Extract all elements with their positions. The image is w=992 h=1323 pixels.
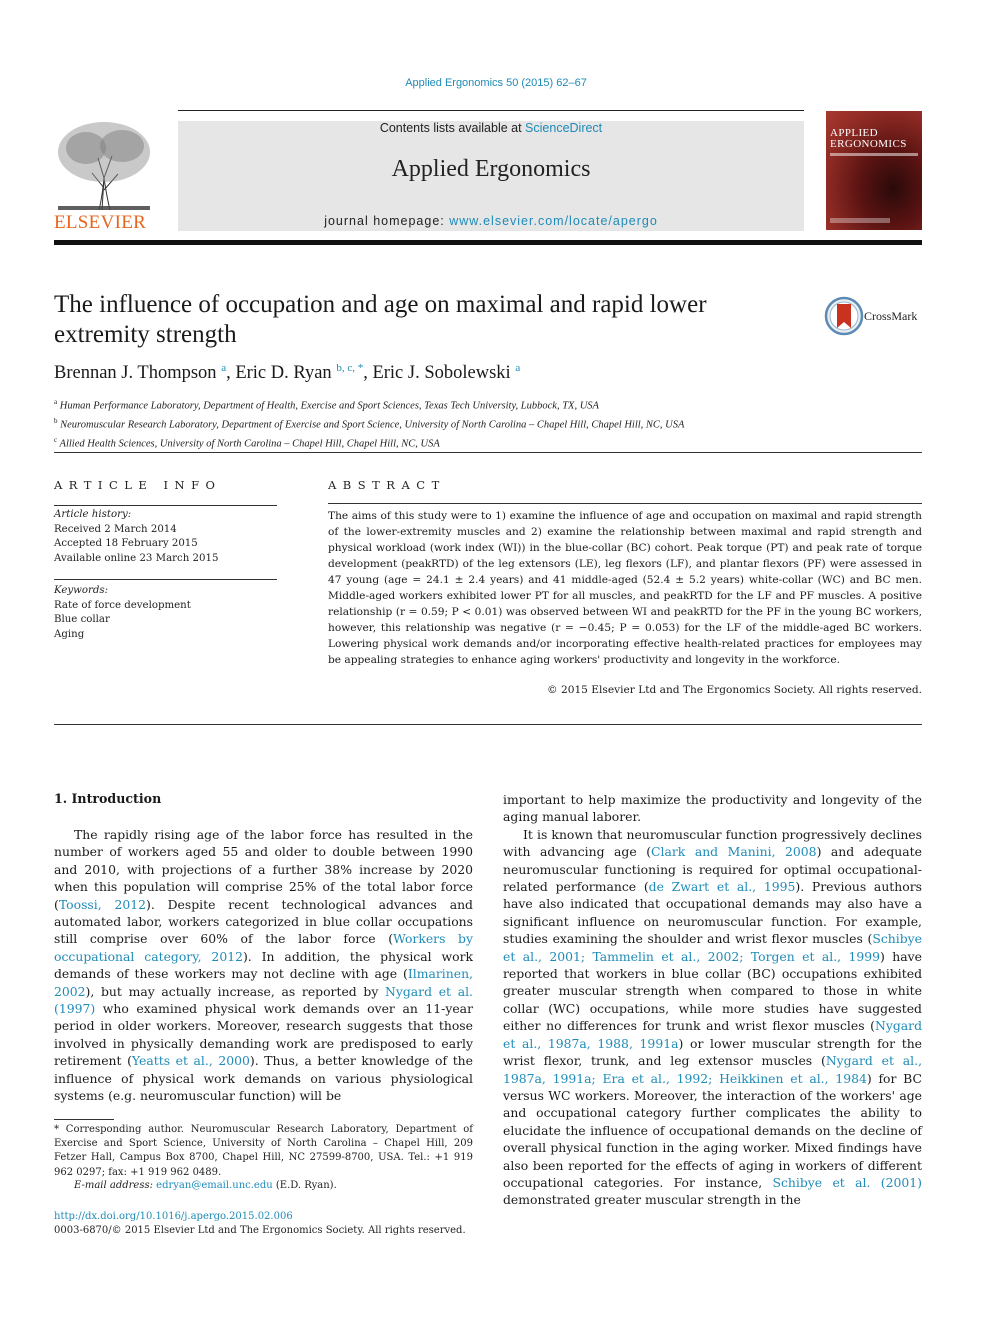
body-paragraph: It is known that neuromuscular function … xyxy=(503,826,922,1209)
crossmark-label[interactable]: CrossMark xyxy=(864,309,917,324)
body-column-left: The rapidly rising age of the labor forc… xyxy=(54,826,473,1105)
article-title: The influence of occupation and age on m… xyxy=(54,291,707,348)
cover-footer-bar xyxy=(830,218,890,223)
abstract-copyright: © 2015 Elsevier Ltd and The Ergonomics S… xyxy=(547,684,922,696)
article-history-label: Article history: xyxy=(54,509,132,520)
history-item: Available online 23 March 2015 xyxy=(54,552,219,564)
affiliation-marker: a xyxy=(54,398,58,406)
journal-homepage-link[interactable]: www.elsevier.com/locate/apergo xyxy=(449,214,658,228)
keywords-label: Keywords: xyxy=(54,585,109,596)
header-thick-rule xyxy=(54,240,922,245)
header-rule xyxy=(178,110,804,111)
citation-link[interactable]: Schibye et al. (2001) xyxy=(772,1175,922,1190)
email-footnote: E-mail address: edryan@email.unc.edu (E.… xyxy=(74,1180,337,1191)
citation-link[interactable]: Yeatts et al., 2000 xyxy=(132,1053,250,1068)
abstract-rule xyxy=(328,503,922,504)
affiliation-marker: b xyxy=(54,417,58,425)
abstract-heading: ABSTRACT xyxy=(328,478,446,492)
author-name[interactable]: Eric J. Sobolewski xyxy=(372,363,510,383)
cover-title-line2: ERGONOMICS xyxy=(830,138,907,150)
body-text: ) for BC versus WC workers. Moreover, th… xyxy=(503,1070,923,1190)
abstract-text: The aims of this study were to 1) examin… xyxy=(328,510,922,666)
affiliation-marker: c xyxy=(54,436,58,444)
article-history: Article history: Received 2 March 2014 A… xyxy=(54,508,218,566)
footnote-rule xyxy=(54,1119,114,1120)
abstract-bottom-rule xyxy=(54,724,922,725)
body-paragraph: important to help maximize the productiv… xyxy=(503,792,922,825)
affiliation-item: c Allied Health Sciences, University of … xyxy=(54,433,684,452)
affiliation-text: Allied Health Sciences, University of No… xyxy=(59,438,440,450)
article-info-heading: ARTICLE INFO xyxy=(54,478,222,492)
body-text: ), but may actually increase, as reporte… xyxy=(85,983,386,999)
affiliation-item: a Human Performance Laboratory, Departme… xyxy=(54,395,684,414)
contents-prefix: Contents lists available at xyxy=(379,121,526,135)
body-column-right: important to help maximize the productiv… xyxy=(503,791,922,1209)
affiliation-text: Neuromuscular Research Laboratory, Depar… xyxy=(60,419,685,431)
section-heading-introduction: 1. Introduction xyxy=(54,791,162,806)
author-affiliation-marker[interactable]: a xyxy=(515,362,520,374)
journal-citation-link[interactable]: Applied Ergonomics 50 (2015) 62–67 xyxy=(0,77,992,89)
issn-copyright: 0003-6870/© 2015 Elsevier Ltd and The Er… xyxy=(54,1225,466,1236)
cover-title: APPLIED ERGONOMICS xyxy=(830,128,907,150)
body-paragraph: The rapidly rising age of the labor forc… xyxy=(54,826,473,1105)
sciencedirect-link[interactable]: ScienceDirect xyxy=(525,121,602,135)
keywords: Keywords: Rate of force development Blue… xyxy=(54,584,191,642)
citation-link[interactable]: de Zwart et al., 1995 xyxy=(649,879,796,894)
keywords-rule xyxy=(54,579,277,580)
author-separator: , xyxy=(226,363,236,384)
keyword-item: Blue collar xyxy=(54,614,110,625)
homepage-line: journal homepage: www.elsevier.com/locat… xyxy=(178,214,804,228)
keyword-item: Aging xyxy=(54,628,85,640)
article-info-rule xyxy=(54,505,277,506)
affiliation-item: b Neuromuscular Research Laboratory, Dep… xyxy=(54,414,684,433)
email-suffix: (E.D. Ryan). xyxy=(272,1180,337,1191)
keyword-item: Rate of force development xyxy=(54,599,191,611)
author-affiliation-marker[interactable]: b, c, * xyxy=(336,362,363,374)
section-rule xyxy=(54,452,922,453)
author-list: Brennan J. Thompson a, Eric D. Ryan b, c… xyxy=(54,362,520,384)
contents-line: Contents lists available at ScienceDirec… xyxy=(178,121,804,135)
email-link[interactable]: edryan@email.unc.edu xyxy=(156,1180,273,1191)
corresponding-author-footnote: * Corresponding author. Neuromuscular Re… xyxy=(54,1124,473,1178)
homepage-prefix: journal homepage: xyxy=(324,214,450,228)
affiliation-text: Human Performance Laboratory, Department… xyxy=(59,400,599,412)
publisher-logo-text: ELSEVIER xyxy=(54,212,147,233)
doi-link[interactable]: http://dx.doi.org/10.1016/j.apergo.2015.… xyxy=(54,1211,293,1222)
citation-link[interactable]: Toossi, 2012 xyxy=(59,897,146,912)
body-text: demonstrated greater muscular strength i… xyxy=(503,1192,801,1208)
history-item: Accepted 18 February 2015 xyxy=(54,538,198,549)
history-item: Received 2 March 2014 xyxy=(54,523,177,535)
journal-title: Applied Ergonomics xyxy=(391,156,591,182)
citation-link[interactable]: Clark and Manini, 2008 xyxy=(651,844,817,859)
cover-subtitle-bar xyxy=(830,153,918,156)
affiliations: a Human Performance Laboratory, Departme… xyxy=(54,395,684,452)
author-name[interactable]: Eric D. Ryan xyxy=(235,363,331,383)
author-name[interactable]: Brennan J. Thompson xyxy=(54,363,217,383)
email-label: E-mail address: xyxy=(74,1180,157,1191)
